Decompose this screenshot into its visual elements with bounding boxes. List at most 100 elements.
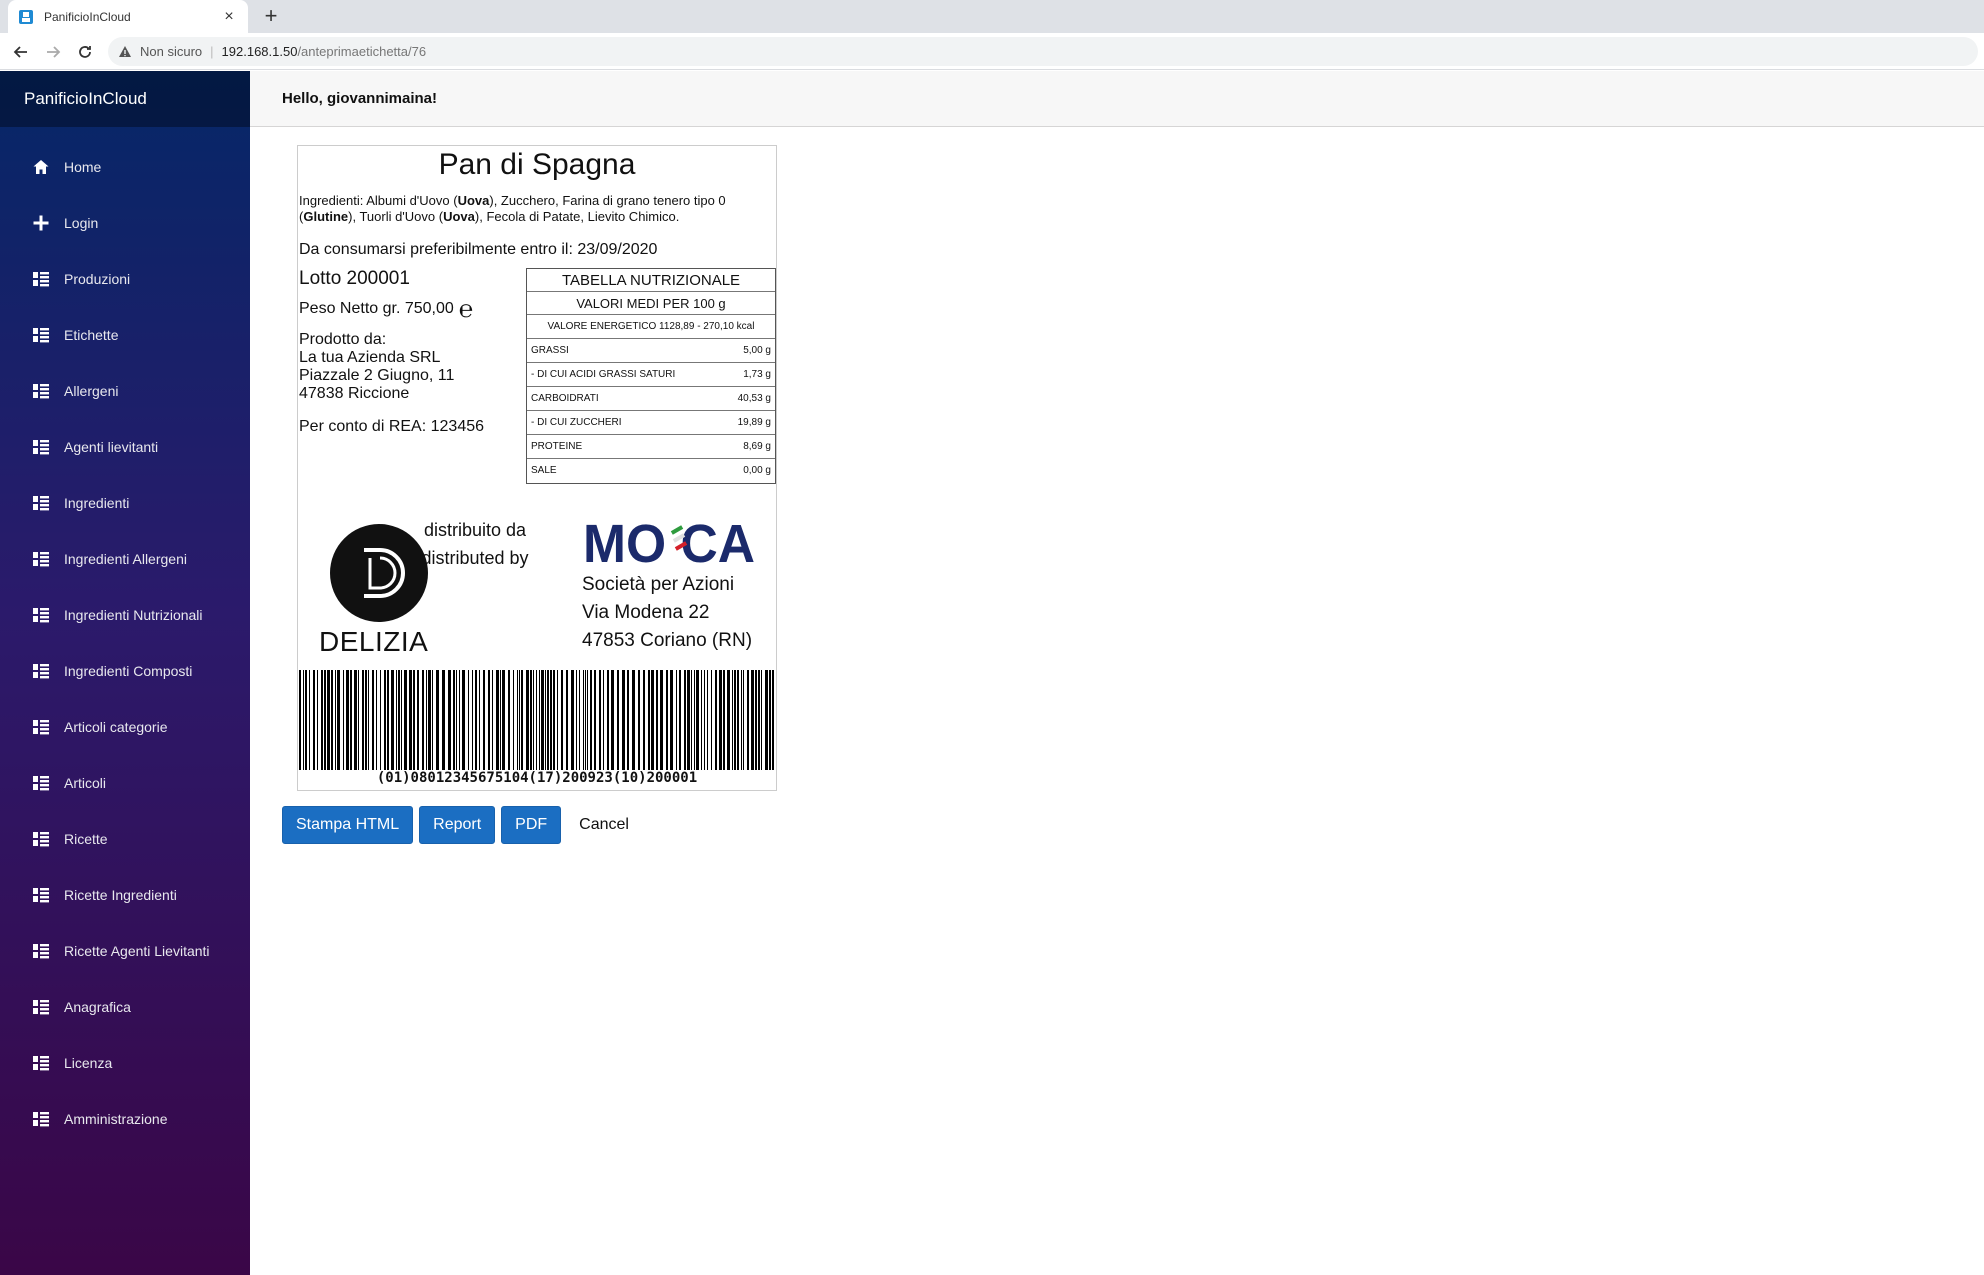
estimated-sign-icon: ℮	[458, 295, 474, 323]
sidebar-item-ingredienti[interactable]: Ingredienti	[0, 475, 250, 531]
sidebar-item-allergeni[interactable]: Allergeni	[0, 363, 250, 419]
list-icon	[32, 942, 50, 960]
nutrition-table: TABELLA NUTRIZIONALE VALORI MEDI PER 100…	[526, 268, 776, 484]
allergen-uova: Uova	[443, 209, 475, 224]
allergen-glutine: Glutine	[303, 209, 349, 224]
url-separator: |	[210, 44, 214, 59]
nutrition-row: GRASSI 5,00 g	[527, 339, 775, 363]
nutrient-name: GRASSI	[531, 345, 569, 356]
sidebar-item-licenza[interactable]: Licenza	[0, 1035, 250, 1091]
security-label[interactable]: Non sicuro	[140, 44, 202, 59]
browser-tab[interactable]: PanificioInCloud ×	[8, 0, 248, 33]
reload-icon[interactable]	[74, 41, 96, 63]
top-row: Hello, giovannimaina!	[250, 71, 1984, 127]
sidebar-item-label: Login	[64, 215, 99, 231]
sidebar-item-label: Licenza	[64, 1055, 113, 1071]
nutrient-value: 5,00 g	[743, 345, 771, 356]
nutrient-value: 8,69 g	[743, 441, 771, 452]
forward-arrow-icon[interactable]	[42, 41, 64, 63]
sidebar-item-label: Ricette	[64, 831, 108, 847]
sidebar-item-home[interactable]: Home	[0, 139, 250, 195]
user-greeting: Hello, giovannimaina!	[282, 90, 438, 107]
product-name: Pan di Spagna	[438, 148, 636, 181]
list-icon	[32, 998, 50, 1016]
pdf-button[interactable]: PDF	[501, 806, 562, 844]
list-icon	[32, 382, 50, 400]
list-icon	[32, 606, 50, 624]
sidebar-item-ingredienti-composti[interactable]: Ingredienti Composti	[0, 643, 250, 699]
sidebar-item-label: Ingredienti Allergeni	[64, 551, 187, 567]
distributed-by: distribuito da distributed by	[421, 520, 529, 568]
sidebar-item-ricette[interactable]: Ricette	[0, 811, 250, 867]
nutrient-value: 40,53 g	[737, 393, 771, 404]
rea-number: Per conto di REA: 123456	[299, 418, 485, 435]
new-tab-button[interactable]: +	[258, 4, 284, 30]
lot-number: Lotto 200001	[299, 268, 410, 289]
sidebar-item-label: Articoli	[64, 775, 107, 791]
sidebar-item-ricette-ingredienti[interactable]: Ricette Ingredienti	[0, 867, 250, 923]
sidebar-item-ingredienti-allergeni[interactable]: Ingredienti Allergeni	[0, 531, 250, 587]
plus-icon	[32, 214, 50, 232]
allergen-uova: Uova	[457, 193, 490, 208]
producer-info: Prodotto da: La tua Azienda SRL Piazzale…	[299, 331, 455, 402]
sidebar-item-anagrafica[interactable]: Anagrafica	[0, 979, 250, 1035]
nutrition-row: PROTEINE 8,69 g	[527, 435, 775, 459]
stampa-html-button[interactable]: Stampa HTML	[282, 806, 414, 844]
app-brand[interactable]: PanificioInCloud	[0, 71, 250, 127]
nutrient-name: SALE	[531, 465, 557, 476]
sidebar-item-label: Ricette Ingredienti	[64, 887, 177, 903]
url-path: /anteprimaetichetta/76	[297, 44, 427, 59]
sidebar: PanificioInCloud Home Login Produzioni Etic…	[0, 71, 250, 1275]
sidebar-item-etichette[interactable]: Etichette	[0, 307, 250, 363]
sidebar-item-agenti-lievitanti[interactable]: Agenti lievitanti	[0, 419, 250, 475]
back-arrow-icon[interactable]	[10, 41, 32, 63]
list-icon	[32, 830, 50, 848]
nutrition-row: - DI CUI ZUCCHERI 19,89 g	[527, 411, 775, 435]
sidebar-item-label: Anagrafica	[64, 999, 131, 1015]
delizia-d-icon	[330, 524, 428, 622]
sidebar-item-ingredienti-nutrizionali[interactable]: Ingredienti Nutrizionali	[0, 587, 250, 643]
delizia-brand-text: DELIZIA	[319, 626, 429, 657]
nutrition-row: SALE 0,00 g	[527, 459, 775, 483]
nutrient-value: 0,00 g	[743, 465, 771, 476]
svg-text:MO CA: MO CA	[583, 516, 755, 568]
sidebar-item-articoli-categorie[interactable]: Articoli categorie	[0, 699, 250, 755]
list-icon	[32, 886, 50, 904]
barcode-image	[299, 670, 774, 770]
action-buttons: Stampa HTML Report PDF Cancel	[282, 806, 641, 844]
browser-tab-strip: PanificioInCloud × +	[0, 0, 1984, 33]
url-input[interactable]: Non sicuro | 192.168.1.50/anteprimaetich…	[108, 37, 1978, 66]
sidebar-item-label: Home	[64, 159, 102, 175]
moca-logo: MO CA	[583, 514, 763, 574]
url-host: 192.168.1.50	[221, 44, 298, 59]
sidebar-item-label: Amministrazione	[64, 1111, 168, 1127]
nutrient-name: - DI CUI ZUCCHERI	[531, 417, 622, 428]
net-weight: Peso Netto gr. 750,00 ℮	[299, 295, 474, 323]
sidebar-item-amministrazione[interactable]: Amministrazione	[0, 1091, 250, 1147]
nutrition-energy: VALORE ENERGETICO 1128,89 - 270,10 kcal	[527, 315, 775, 339]
sidebar-nav: Home Login Produzioni Etichette Allergeni Age…	[0, 127, 250, 1147]
label-preview: Pan di Spagna Ingredienti: Albumi d'Uovo…	[297, 145, 777, 791]
nutrition-title: TABELLA NUTRIZIONALE	[527, 269, 775, 292]
close-tab-icon[interactable]: ×	[220, 8, 238, 25]
sidebar-item-label: Allergeni	[64, 383, 119, 399]
sidebar-item-ricette-agenti-lievitanti[interactable]: Ricette Agenti Lievitanti	[0, 923, 250, 979]
sidebar-item-articoli[interactable]: Articoli	[0, 755, 250, 811]
app-favicon-icon	[19, 9, 33, 24]
sidebar-item-produzioni[interactable]: Produzioni	[0, 251, 250, 307]
home-icon	[32, 158, 50, 176]
nutrition-subtitle: VALORI MEDI PER 100 g	[527, 292, 775, 315]
sidebar-item-label: Agenti lievitanti	[64, 439, 159, 455]
list-icon	[32, 718, 50, 736]
report-button[interactable]: Report	[419, 806, 496, 844]
sidebar-item-label: Articoli categorie	[64, 719, 168, 735]
sidebar-item-label: Ingredienti Nutrizionali	[64, 607, 203, 623]
nutrient-name: PROTEINE	[531, 441, 583, 452]
nutrient-name: - DI CUI ACIDI GRASSI SATURI	[531, 369, 676, 380]
list-icon	[32, 550, 50, 568]
expiry-date: Da consumarsi preferibilmente entro il: …	[299, 241, 658, 258]
cancel-link[interactable]: Cancel	[567, 816, 641, 834]
sidebar-item-label: Produzioni	[64, 271, 131, 287]
sidebar-item-login[interactable]: Login	[0, 195, 250, 251]
nutrient-value: 1,73 g	[743, 369, 771, 380]
